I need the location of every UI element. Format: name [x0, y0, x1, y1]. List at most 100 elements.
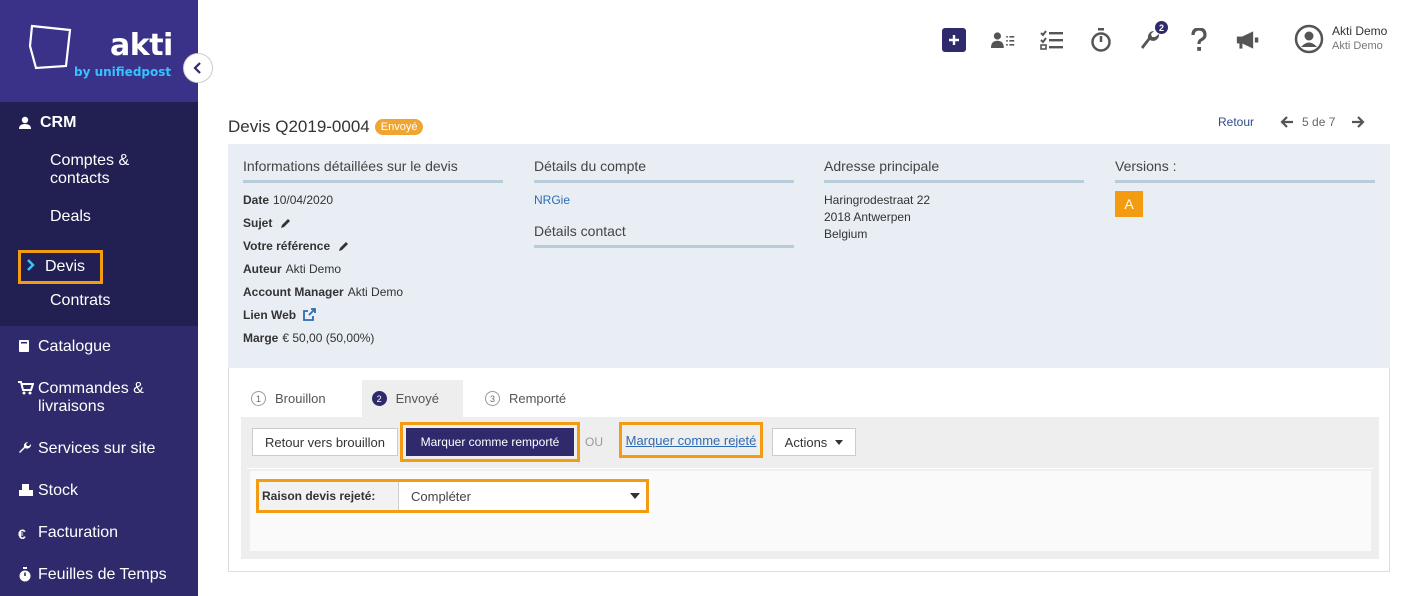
- app: akti by unifiedpost CRM Comptes & contac…: [0, 0, 1401, 596]
- tab-label: Envoyé: [395, 391, 439, 406]
- chevron-left-icon: [193, 62, 201, 74]
- mark-rejected-link[interactable]: Marquer comme rejeté: [626, 433, 757, 448]
- caret-down-icon: [835, 439, 844, 445]
- tasks-icon: [1040, 30, 1063, 50]
- page-header: Devis Q2019-0004 Envoyé: [228, 117, 424, 137]
- step-number: 3: [484, 391, 500, 406]
- sidebar-item-billing[interactable]: € Facturation: [0, 512, 198, 554]
- field-subject: Sujet: [243, 216, 503, 230]
- user-name: Akti Demo: [1332, 24, 1388, 38]
- status-badge: Envoyé: [374, 119, 424, 135]
- sidebar-item-stock[interactable]: Stock: [0, 470, 198, 512]
- sidebar-item-label: Services sur site: [38, 440, 156, 457]
- sidebar-item-deals[interactable]: Deals: [0, 196, 198, 238]
- actions-dropdown[interactable]: Actions: [772, 428, 856, 456]
- field-margin: Marge € 50,00 (50,00%): [243, 331, 503, 345]
- tab-label: Remporté: [508, 391, 567, 406]
- address-line: 2018 Antwerpen: [824, 210, 911, 224]
- stopwatch-icon: [18, 566, 34, 582]
- sidebar-item-crm[interactable]: CRM: [0, 102, 198, 144]
- crm-section: CRM Comptes & contacts Deals Contrats: [0, 102, 198, 326]
- field-reference: Votre référence: [243, 239, 503, 253]
- tab-sent[interactable]: 2 Envoyé: [361, 380, 463, 417]
- field-author: Auteur Akti Demo: [243, 262, 503, 276]
- mark-won-button[interactable]: Marquer comme remporté: [406, 428, 574, 456]
- collapse-sidebar-button[interactable]: [183, 53, 213, 83]
- sidebar-item-devis[interactable]: Devis: [18, 250, 103, 284]
- pager-count: 5 de 7: [1302, 115, 1336, 129]
- user-menu[interactable]: Akti Demo Akti Demo: [1294, 24, 1387, 54]
- field-account-manager: Account Manager Akti Demo: [243, 285, 503, 299]
- sidebar-item-catalogue[interactable]: Catalogue: [0, 326, 198, 368]
- wrench-icon: [18, 440, 34, 455]
- address-line: Haringrodestraat 22: [824, 193, 931, 207]
- reject-reason-label: Raison devis rejeté:: [259, 482, 399, 510]
- sidebar-item-label: Feuilles de Temps: [38, 566, 167, 583]
- field-value: € 50,00 (50,00%): [282, 331, 375, 345]
- field-label: Marge: [243, 331, 279, 345]
- section-heading: Versions :: [1115, 158, 1375, 183]
- account-link[interactable]: NRGie: [534, 193, 570, 207]
- chevron-right-icon: [27, 258, 35, 276]
- arrow-left-icon[interactable]: [1280, 115, 1294, 129]
- tab-draft[interactable]: 1 Brouillon: [241, 380, 350, 417]
- field-web-link: Lien Web: [243, 308, 503, 322]
- reject-reason-select[interactable]: Compléter: [399, 482, 646, 510]
- field-value: Akti Demo: [285, 262, 342, 276]
- arrow-right-icon[interactable]: [1351, 115, 1365, 129]
- page-title: Devis Q2019-0004: [228, 117, 370, 136]
- help-button[interactable]: [1187, 28, 1211, 52]
- step-number: 2: [371, 391, 387, 406]
- field-value: Akti Demo: [347, 285, 404, 299]
- reject-reason-field: Raison devis rejeté: Compléter: [256, 479, 649, 513]
- address-line: Belgium: [824, 227, 868, 241]
- account-column: Détails du compte NRGie Détails contact: [534, 158, 794, 248]
- logo-mark-icon: [28, 24, 72, 70]
- user-icon: [18, 116, 34, 130]
- step-number: 1: [251, 391, 266, 406]
- contacts-list-icon: [991, 32, 1015, 48]
- sidebar-item-label: Devis: [45, 258, 86, 275]
- sidebar-item-label: Contrats: [50, 292, 111, 309]
- notification-badge: 2: [1155, 21, 1168, 34]
- actions-label: Actions: [784, 434, 828, 450]
- or-separator: OU: [585, 435, 603, 449]
- add-button[interactable]: [942, 28, 966, 52]
- book-icon: [18, 338, 34, 353]
- announcements-button[interactable]: [1236, 28, 1260, 52]
- pager: Retour 5 de 7: [1218, 115, 1365, 129]
- back-to-draft-button[interactable]: Retour vers brouillon: [252, 428, 398, 456]
- field-label: Date: [243, 193, 270, 207]
- field-label: Sujet: [243, 216, 273, 230]
- sidebar-item-accounts[interactable]: Comptes & contacts: [0, 144, 198, 196]
- tasks-button[interactable]: [1040, 28, 1064, 52]
- sidebar-item-label: Catalogue: [38, 338, 111, 355]
- top-bar: 2 Akti Demo Akti Demo: [198, 0, 1401, 80]
- stopwatch-icon: [1091, 28, 1111, 52]
- sidebar-item-contracts[interactable]: Contrats: [0, 280, 198, 322]
- back-link[interactable]: Retour: [1218, 115, 1254, 129]
- pencil-icon[interactable]: [338, 240, 350, 252]
- pencil-icon[interactable]: [280, 217, 292, 229]
- logo-tagline: by unifiedpost: [74, 65, 172, 79]
- external-link-icon[interactable]: [302, 308, 317, 322]
- timer-button[interactable]: [1089, 28, 1113, 52]
- status-tabs: 1 Brouillon 2 Envoyé 3 Remporté: [241, 380, 590, 417]
- tab-won[interactable]: 3 Remporté: [475, 380, 590, 417]
- sidebar-item-timesheets[interactable]: Feuilles de Temps: [0, 554, 198, 596]
- question-icon: [1191, 28, 1207, 51]
- sidebar-item-label: Stock: [38, 482, 79, 499]
- version-button[interactable]: A: [1115, 191, 1143, 217]
- field-label: Lien Web: [243, 308, 297, 322]
- sidebar-item-orders[interactable]: Commandes & livraisons: [0, 368, 198, 428]
- contacts-list-button[interactable]: [991, 28, 1015, 52]
- services-button[interactable]: 2: [1138, 21, 1168, 52]
- user-avatar-icon: [1294, 24, 1324, 54]
- workflow-panel: 1 Brouillon 2 Envoyé 3 Remporté Retour vers…: [228, 368, 1390, 572]
- logo[interactable]: akti by unifiedpost: [0, 0, 198, 102]
- quote-info-panel: Informations détaillées sur le devis Dat…: [228, 144, 1390, 368]
- section-heading: Détails contact: [534, 223, 794, 248]
- plus-icon: [949, 35, 959, 45]
- sidebar-item-label: Commandes & livraisons: [38, 380, 144, 415]
- sidebar-item-services[interactable]: Services sur site: [0, 428, 198, 470]
